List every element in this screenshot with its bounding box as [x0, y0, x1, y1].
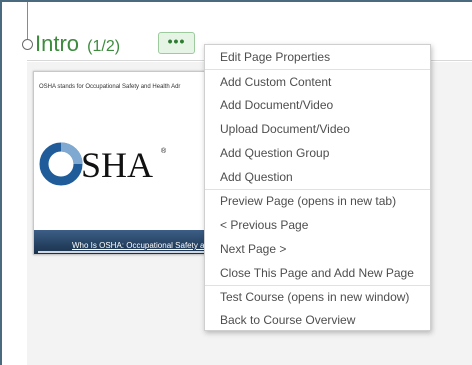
- page-options-menu: Edit Page Properties Add Custom Content …: [204, 44, 431, 331]
- menu-item-back-to-overview[interactable]: Back to Course Overview: [205, 309, 430, 331]
- menu-item-edit-page-properties[interactable]: Edit Page Properties: [205, 46, 430, 68]
- menu-separator: [205, 69, 430, 70]
- section-page-count: (1/2): [87, 38, 121, 55]
- menu-item-add-question-group[interactable]: Add Question Group: [205, 142, 430, 164]
- page-options-button[interactable]: •••: [158, 32, 195, 54]
- osha-logo: SHA ®: [39, 116, 174, 212]
- osha-logo-text: SHA: [81, 145, 153, 185]
- section-title: Intro (1/2): [35, 31, 120, 57]
- video-player-bar[interactable]: Who Is OSHA: Occupational Safety a: [34, 230, 222, 254]
- menu-item-next-page[interactable]: Next Page >: [205, 238, 430, 260]
- menu-item-add-custom-content[interactable]: Add Custom Content: [205, 71, 430, 93]
- page-preview-card[interactable]: OSHA stands for Occupational Safety and …: [33, 71, 223, 255]
- menu-item-upload-document-video[interactable]: Upload Document/Video: [205, 118, 430, 140]
- svg-text:®: ®: [161, 147, 167, 155]
- ellipsis-icon: •••: [167, 33, 186, 49]
- menu-item-add-question[interactable]: Add Question: [205, 166, 430, 188]
- menu-item-preview-page[interactable]: Preview Page (opens in new tab): [205, 190, 430, 212]
- menu-item-previous-page[interactable]: < Previous Page: [205, 214, 430, 236]
- preview-caption: OSHA stands for Occupational Safety and …: [39, 84, 181, 90]
- video-progress-bar[interactable]: [38, 251, 220, 253]
- timeline-node-icon: [22, 39, 33, 50]
- menu-item-test-course[interactable]: Test Course (opens in new window): [205, 286, 430, 308]
- timeline-line: [27, 2, 28, 40]
- menu-item-close-and-add-page[interactable]: Close This Page and Add New Page: [205, 262, 430, 284]
- course-editor-frame: Intro (1/2) ••• OSHA stands for Occupati…: [0, 0, 472, 365]
- menu-item-add-document-video[interactable]: Add Document/Video: [205, 94, 430, 116]
- section-title-label: Intro: [35, 31, 80, 56]
- video-title[interactable]: Who Is OSHA: Occupational Safety a: [72, 241, 205, 250]
